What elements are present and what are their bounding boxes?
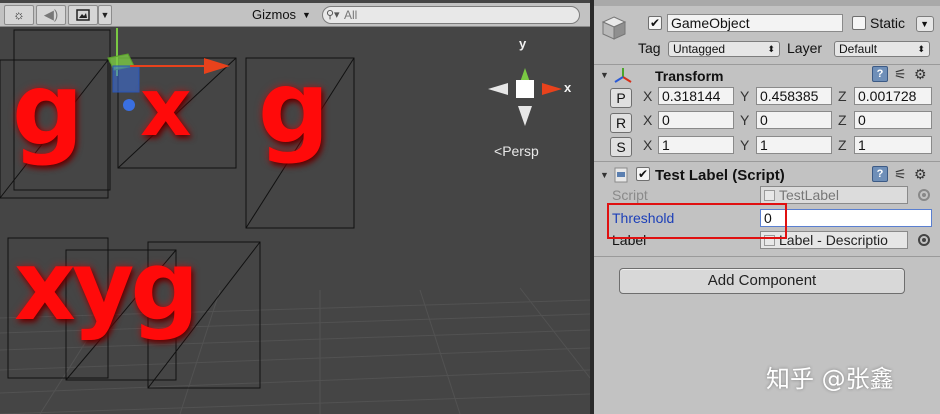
script-object-field: TestLabel <box>760 186 908 204</box>
projection-label: Persp <box>502 143 539 159</box>
transform-title: Transform <box>655 68 724 84</box>
rotation-x-field[interactable]: 0 <box>658 111 734 129</box>
static-dropdown[interactable]: ▼ <box>916 16 934 32</box>
rotation-reset-button[interactable]: R <box>610 113 632 133</box>
scene-view[interactable]: g x g xyg y x <Persp ☼ ◀) ▼ Gizmos ▼ ⚲▾ … <box>0 0 590 414</box>
tag-label: Tag <box>638 40 661 56</box>
axis-y-label: y <box>519 36 527 51</box>
scale-z-field[interactable]: 1 <box>854 136 932 154</box>
audio-toggle[interactable]: ◀) <box>36 5 66 25</box>
caret-down-icon: ▼ <box>100 10 110 20</box>
script-foldout-icon[interactable]: ▼ <box>600 170 609 180</box>
position-y-field[interactable]: 0.458385 <box>756 87 832 105</box>
add-component-button[interactable]: Add Component <box>619 268 905 294</box>
preset-sliders-icon[interactable]: ⚟ <box>894 66 907 82</box>
transform-foldout-icon[interactable]: ▼ <box>600 70 609 80</box>
scene-search-input[interactable] <box>322 6 580 24</box>
scale-x-label: X <box>643 137 653 153</box>
help-book-icon[interactable]: ? <box>872 66 888 82</box>
orientation-gizmo[interactable] <box>488 68 562 126</box>
static-checkbox[interactable] <box>852 16 866 30</box>
caret-updown-icon: ⬍ <box>917 44 925 54</box>
checkmark-icon: ✔ <box>649 16 661 30</box>
watermark: 知乎 @张鑫 <box>766 365 894 393</box>
scene-search-value: All <box>344 8 358 22</box>
scale-reset-button[interactable]: S <box>610 137 632 157</box>
scene-text-x: x <box>140 61 192 154</box>
script-enabled-checkbox[interactable]: ✔ <box>636 167 650 181</box>
rotation-z-field[interactable]: 0 <box>854 111 932 129</box>
projection-toggle[interactable]: <Persp <box>494 143 539 159</box>
caret-down-icon[interactable]: ▼ <box>302 5 311 25</box>
scene-text-g2: g <box>258 49 330 166</box>
script-label: Script <box>612 187 648 203</box>
position-z-label: Z <box>838 88 847 104</box>
scale-x-field[interactable]: 1 <box>658 136 734 154</box>
effects-toggle[interactable] <box>68 5 98 25</box>
scene-text-g: g <box>12 51 84 168</box>
sun-icon: ☼ <box>13 7 25 22</box>
checkmark-icon: ✔ <box>637 167 649 181</box>
gameobject-cube-icon <box>601 16 627 40</box>
gear-icon[interactable]: ⚙ <box>914 66 927 82</box>
chevron-left-icon: < <box>494 143 503 159</box>
script-file-icon <box>614 167 628 183</box>
caret-updown-icon: ⬍ <box>767 44 775 54</box>
axis-x-label: x <box>564 80 572 95</box>
script-file-icon <box>764 190 775 201</box>
position-x-field[interactable]: 0.318144 <box>658 87 734 105</box>
preset-sliders-icon[interactable]: ⚟ <box>894 166 907 182</box>
script-component-title: Test Label (Script) <box>655 167 785 184</box>
caret-down-icon: ▼ <box>920 19 929 29</box>
rotation-z-label: Z <box>838 112 847 128</box>
position-reset-button[interactable]: P <box>610 88 632 108</box>
position-y-label: Y <box>740 88 750 104</box>
script-value: TestLabel <box>779 187 839 203</box>
gameobject-name-field[interactable]: GameObject <box>667 14 843 32</box>
scale-y-label: Y <box>740 137 750 153</box>
divider <box>594 161 940 162</box>
scale-z-label: Z <box>838 137 847 153</box>
object-picker-icon[interactable] <box>918 234 930 246</box>
gameobject-active-checkbox[interactable]: ✔ <box>648 16 662 30</box>
transform-axes-icon <box>614 68 632 83</box>
scene-toolbar: ☼ ◀) ▼ Gizmos ▼ ⚲▾ All <box>0 3 590 27</box>
help-book-icon[interactable]: ? <box>872 166 888 182</box>
rotation-y-field[interactable]: 0 <box>756 111 832 129</box>
label-value: Label - Descriptio <box>779 232 888 248</box>
tag-value: Untagged <box>673 42 726 56</box>
object-picker-icon <box>918 189 930 201</box>
lighting-toggle[interactable]: ☼ <box>4 5 34 25</box>
effects-dropdown[interactable]: ▼ <box>98 5 112 25</box>
inspector-tab-strip <box>594 0 940 6</box>
layer-value: Default <box>839 42 878 56</box>
position-x-label: X <box>643 88 653 104</box>
divider <box>594 64 940 65</box>
position-z-field[interactable]: 0.001728 <box>854 87 932 105</box>
layer-label: Layer <box>787 40 823 56</box>
speaker-icon: ◀) <box>43 7 59 22</box>
divider <box>594 256 940 257</box>
threshold-highlight-box <box>607 203 787 239</box>
rotation-y-label: Y <box>740 112 750 128</box>
rotation-x-label: X <box>643 112 653 128</box>
search-icon: ⚲▾ <box>326 9 340 21</box>
scene-text-xyg: xyg <box>14 230 199 342</box>
image-icon <box>76 9 90 21</box>
static-label: Static <box>870 15 906 31</box>
scale-y-field[interactable]: 1 <box>756 136 832 154</box>
tag-dropdown[interactable]: Untagged ⬍ <box>668 41 780 57</box>
layer-dropdown[interactable]: Default ⬍ <box>834 41 930 57</box>
gear-icon[interactable]: ⚙ <box>914 166 927 182</box>
